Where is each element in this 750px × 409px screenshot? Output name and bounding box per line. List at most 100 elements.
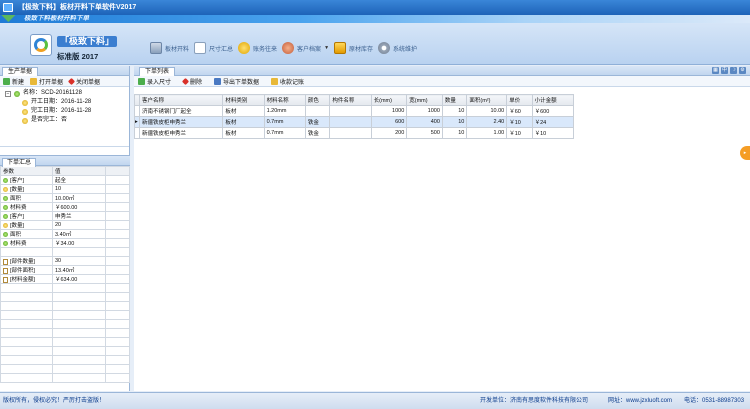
column-header[interactable]: 材料名称 bbox=[263, 94, 306, 106]
summary-param-text: 面积 bbox=[10, 196, 22, 202]
table-cell[interactable] bbox=[329, 127, 372, 139]
moon-icon[interactable]: ☽ bbox=[730, 67, 737, 74]
orders-header: 客户名称 材料类别 材料名称 颜色 构件名称 长(mm) 宽(mm) 数量 面积(m²) 单价 小计… bbox=[134, 94, 575, 106]
toolbar-system-button[interactable]: 系统维护 bbox=[378, 41, 417, 55]
tree-node-finish-date[interactable]: 完工日期：2016-11-28 bbox=[0, 107, 129, 116]
table-cell[interactable]: 10 bbox=[441, 127, 468, 139]
payment-button[interactable]: 收款记账 bbox=[271, 77, 304, 86]
summary-row[interactable] bbox=[0, 247, 130, 257]
column-header[interactable]: 数量 bbox=[441, 94, 468, 106]
summary-empty-row bbox=[0, 337, 130, 347]
summary-value: 30 bbox=[52, 256, 106, 266]
open-document-button[interactable]: 打开单据 bbox=[30, 77, 63, 86]
summary-row[interactable]: [客户] 起全 bbox=[0, 175, 130, 185]
table-cell[interactable]: 400 bbox=[406, 116, 443, 128]
export-button[interactable]: 导出下单数据 bbox=[214, 77, 259, 86]
main-toolbar: 板材开料 尺寸汇总 账务往来 客户档案 ▼ 原材库存 系统维护 bbox=[150, 41, 417, 55]
tree-node-start-date[interactable]: 开工日期：2016-11-28 bbox=[0, 98, 129, 107]
payment-label: 收款记账 bbox=[280, 79, 305, 86]
column-header[interactable]: 颜色 bbox=[304, 94, 331, 106]
table-row[interactable]: 济南不锈钢门厂起全 板材 1.20mm 1000 1000 10 10.00 ￥60 ￥600 bbox=[134, 105, 575, 117]
summary-row[interactable]: [数量] 10 bbox=[0, 184, 130, 194]
summary-row[interactable]: 面积 10.00㎡ bbox=[0, 193, 130, 203]
table-cell[interactable]: 10.00 bbox=[466, 105, 508, 117]
close-document-button[interactable]: 关闭单据 bbox=[67, 77, 100, 86]
ime-icon[interactable]: 中 bbox=[721, 67, 728, 74]
table-cell[interactable]: 500 bbox=[406, 127, 443, 139]
table-row[interactable]: 新疆铁皮柜申秀兰 板材 0.7mm 铁金 200 500 10 1.00 ￥10 ￥10 bbox=[134, 127, 575, 139]
status-icon bbox=[22, 117, 28, 124]
table-cell[interactable]: 10 bbox=[441, 105, 468, 117]
table-cell[interactable]: 铁金 bbox=[304, 116, 331, 128]
toolbar-board-cutting-button[interactable]: 板材开料 bbox=[150, 41, 189, 55]
toolbar-stock-button[interactable]: 原材库存 bbox=[334, 41, 373, 55]
toolbar-size-summary-button[interactable]: 尺寸汇总 bbox=[194, 41, 233, 55]
summary-row[interactable]: [客户] 申秀兰 bbox=[0, 211, 130, 221]
table-cell[interactable]: 新疆铁皮柜申秀兰 bbox=[138, 127, 224, 139]
table-cell[interactable]: ￥600 bbox=[531, 105, 575, 117]
summary-row[interactable]: 材料费 ￥600.00 bbox=[0, 202, 130, 212]
tab-production-docs[interactable]: 生产单据 bbox=[2, 67, 39, 76]
table-cell[interactable]: 新疆铁皮柜申秀兰 bbox=[138, 116, 224, 128]
column-header[interactable]: 材料类别 bbox=[222, 94, 265, 106]
delete-label: 删除 bbox=[190, 79, 203, 86]
summary-row[interactable]: [数量] 20 bbox=[0, 220, 130, 230]
table-cell[interactable]: ￥10 bbox=[506, 116, 533, 128]
table-cell[interactable] bbox=[329, 116, 372, 128]
table-cell[interactable]: 板材 bbox=[222, 105, 265, 117]
table-cell[interactable]: 铁金 bbox=[304, 127, 331, 139]
table-cell[interactable]: ￥24 bbox=[531, 116, 575, 128]
summary-row[interactable]: 面积 3.40㎡ bbox=[0, 229, 130, 239]
column-header[interactable]: 构件名称 bbox=[329, 94, 372, 106]
table-cell[interactable]: 200 bbox=[370, 127, 408, 139]
tab-order-summary[interactable]: 下单汇总 bbox=[2, 158, 37, 167]
column-header[interactable]: 客户名称 bbox=[138, 94, 224, 106]
summary-blank bbox=[105, 220, 130, 230]
table-row[interactable]: ▸ 新疆铁皮柜申秀兰 板材 0.7mm 铁金 600 400 10 2.40 ￥10 ￥24 bbox=[134, 116, 575, 128]
collapse-icon[interactable]: − bbox=[5, 90, 11, 97]
column-header[interactable]: 面积(m²) bbox=[466, 94, 508, 106]
table-cell[interactable]: 600 bbox=[370, 116, 408, 128]
summary-blank bbox=[105, 256, 130, 266]
tab-order-list[interactable]: 下单列表 bbox=[139, 67, 176, 76]
delete-button[interactable]: 删除 bbox=[181, 77, 203, 86]
table-cell[interactable]: 1000 bbox=[406, 105, 443, 117]
column-blank bbox=[105, 166, 130, 176]
summary-row[interactable]: [部件面积] 13.40㎡ bbox=[0, 265, 130, 275]
tree-node-name[interactable]: − 名称：SCD-20161128 bbox=[0, 89, 129, 98]
settings-icon[interactable]: ⚙ bbox=[739, 67, 746, 74]
side-chat-button[interactable]: ▸ bbox=[740, 146, 750, 160]
table-cell[interactable]: ￥10 bbox=[506, 127, 533, 139]
table-cell[interactable]: 1.20mm bbox=[263, 105, 306, 117]
document-icon bbox=[3, 258, 8, 265]
table-cell[interactable]: 1.00 bbox=[466, 127, 508, 139]
summary-row[interactable]: [部件数量] 30 bbox=[0, 256, 130, 266]
column-header[interactable]: 长(mm) bbox=[370, 94, 408, 106]
table-cell[interactable] bbox=[329, 105, 372, 117]
table-cell[interactable]: 2.40 bbox=[466, 116, 508, 128]
grid-icon[interactable]: ▦ bbox=[712, 67, 719, 74]
new-label: 新建 bbox=[12, 79, 25, 86]
table-cell[interactable]: ￥60 bbox=[506, 105, 533, 117]
column-header[interactable]: 宽(mm) bbox=[406, 94, 443, 106]
summary-row[interactable]: 材料费 ￥34.00 bbox=[0, 238, 130, 248]
table-cell[interactable]: 0.7mm bbox=[263, 116, 306, 128]
table-cell[interactable]: 济南不锈钢门厂起全 bbox=[138, 105, 224, 117]
date-icon bbox=[22, 108, 28, 115]
table-cell[interactable]: 1000 bbox=[370, 105, 408, 117]
website-text[interactable]: 网址：www.jzxluoft.com bbox=[608, 393, 672, 409]
table-cell[interactable]: 板材 bbox=[222, 127, 265, 139]
column-header[interactable]: 单价 bbox=[506, 94, 533, 106]
toolbar-accounts-button[interactable]: 账务往来 bbox=[238, 41, 277, 55]
table-cell[interactable] bbox=[304, 105, 331, 117]
summary-row[interactable]: [材料金额] ￥634.00 bbox=[0, 274, 130, 284]
table-cell[interactable]: 0.7mm bbox=[263, 127, 306, 139]
new-button[interactable]: 新建 bbox=[3, 77, 24, 86]
table-cell[interactable]: 10 bbox=[441, 116, 468, 128]
enter-size-button[interactable]: 录入尺寸 bbox=[138, 77, 171, 86]
column-header[interactable]: 小计金额 bbox=[531, 94, 575, 106]
table-cell[interactable]: ￥10 bbox=[531, 127, 575, 139]
toolbar-customers-button[interactable]: 客户档案 ▼ bbox=[282, 41, 329, 55]
tree-node-completed[interactable]: 是否完工：否 bbox=[0, 116, 129, 125]
table-cell[interactable]: 板材 bbox=[222, 116, 265, 128]
